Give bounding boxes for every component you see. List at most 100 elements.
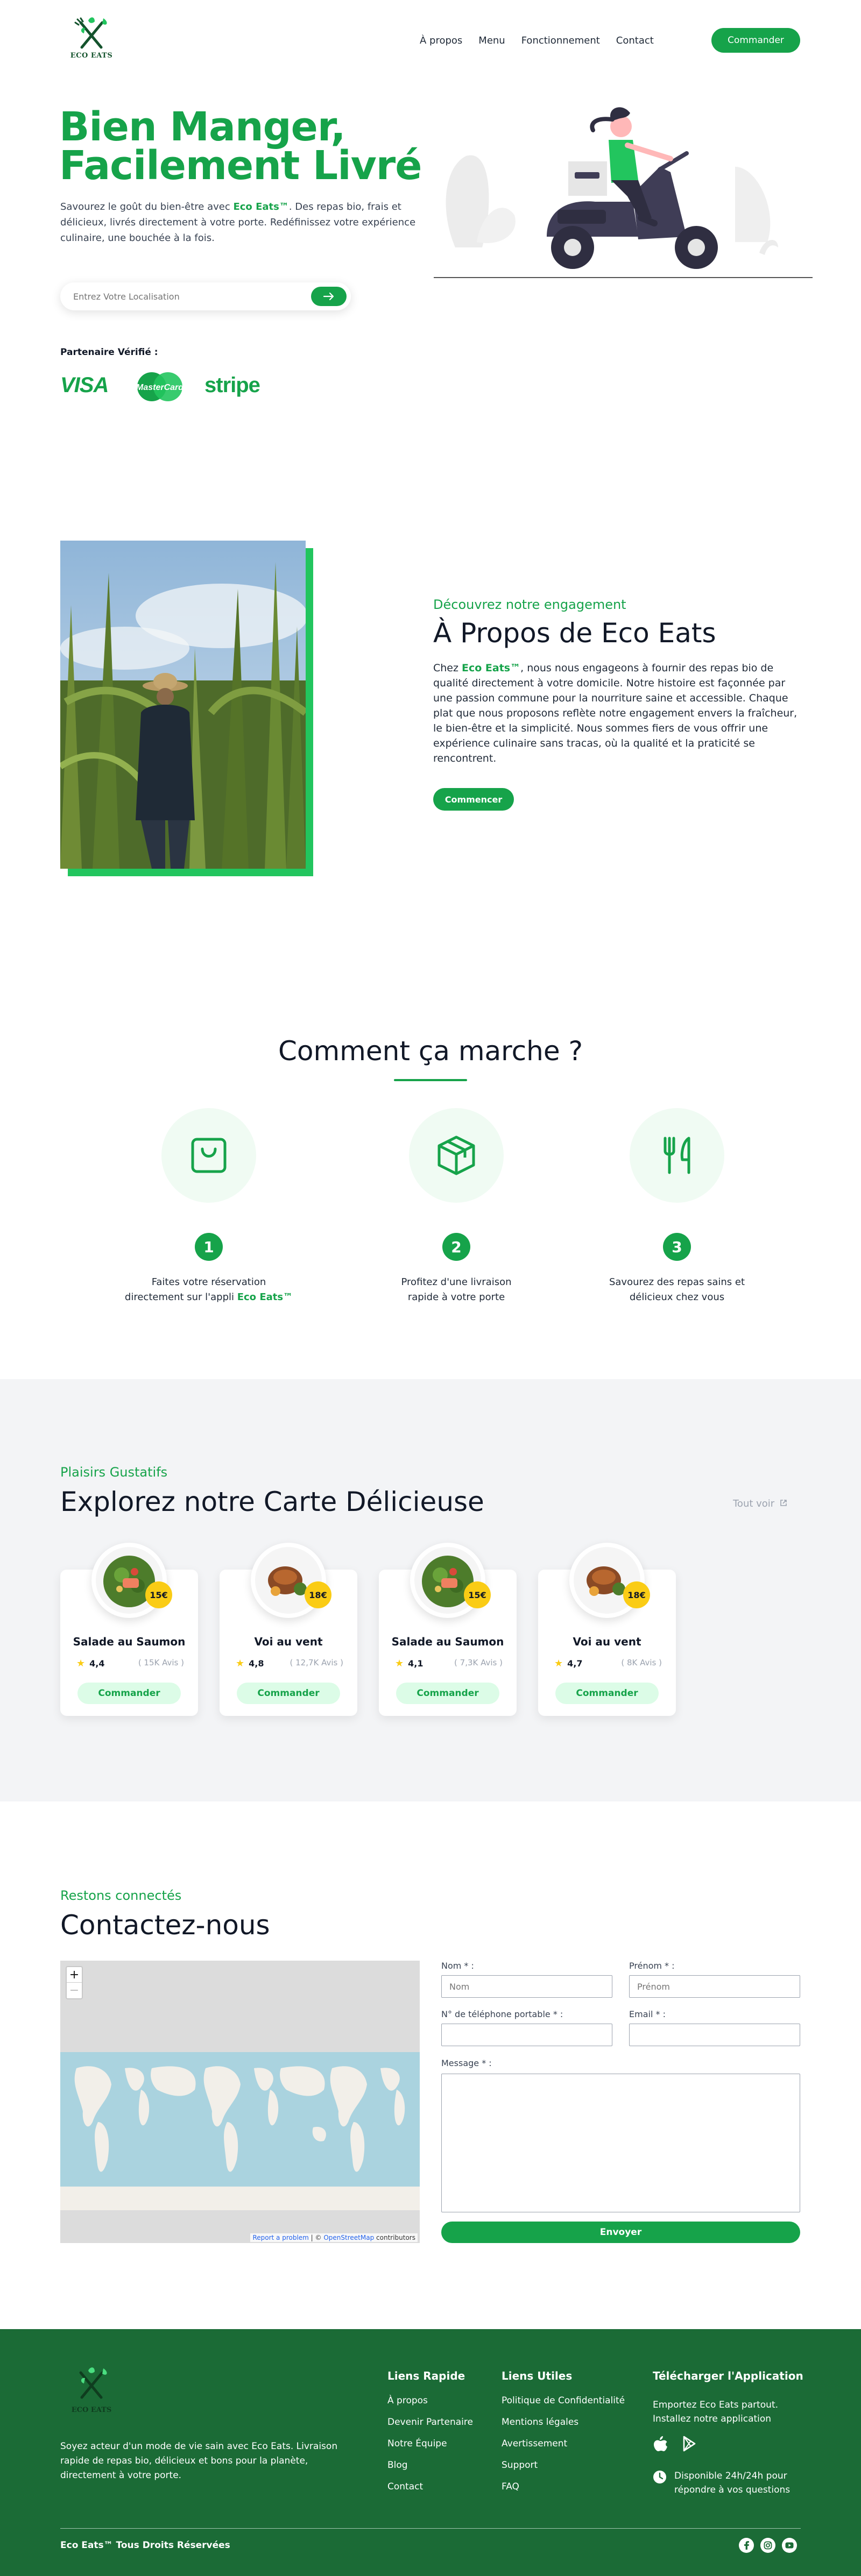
message-textarea[interactable]	[441, 2074, 800, 2212]
nom-label: Nom * :	[441, 1961, 474, 1971]
step-3-line2: délicieux chez vous	[629, 1291, 725, 1303]
star-icon: ★	[554, 1658, 563, 1669]
footer-link-mentions-legales[interactable]: Mentions légales	[502, 2417, 625, 2428]
step-1-number: 1	[195, 1233, 223, 1261]
email-label: Email * :	[629, 2009, 666, 2019]
step-3: 3 Savourez des repas sains et délicieux …	[580, 1108, 774, 1305]
external-link-icon	[780, 1500, 787, 1506]
menu-card-2[interactable]: 18€ Voi au vent ★ 4,8 ( 12,7K Avis ) Comm…	[220, 1543, 357, 1716]
order-button[interactable]: Commander	[711, 28, 800, 53]
quick-links-column: Liens Rapide À propos Devenir Partenaire…	[387, 2369, 473, 2492]
contact-kicker: Restons connectés	[60, 1888, 182, 1903]
useful-links-column: Liens Utiles Politique de Confidentialit…	[502, 2369, 625, 2492]
about-kicker: Découvrez notre engagement	[433, 597, 626, 612]
star-icon: ★	[395, 1658, 404, 1669]
rating: ★ 4,7	[554, 1658, 582, 1669]
step-1-brand: Eco Eats™	[237, 1291, 293, 1303]
instagram-icon[interactable]	[760, 2538, 775, 2553]
location-input[interactable]	[73, 289, 299, 303]
footer-link-blog[interactable]: Blog	[387, 2460, 473, 2471]
about-text: Chez Eco Eats™, nous nous engageons à fo…	[433, 661, 799, 766]
hero-title-line2: Facilement Livré	[59, 143, 422, 189]
fork-knife-leaf-icon	[79, 2367, 107, 2399]
availability-text: Disponible 24h/24h pour répondre à vos q…	[674, 2471, 791, 2495]
start-button[interactable]: Commencer	[433, 788, 514, 811]
nav-link-contact[interactable]: Contact	[616, 35, 654, 46]
utensils-icon	[664, 1137, 690, 1174]
rating: ★ 4,1	[395, 1658, 423, 1669]
tel-input[interactable]	[441, 2024, 612, 2046]
star-icon: ★	[76, 1658, 86, 1669]
price-badge: 15€	[464, 1581, 491, 1608]
arrow-right-icon	[323, 292, 334, 301]
map-attr-end: contributors	[374, 2234, 415, 2241]
footer-link-notre-equipe[interactable]: Notre Équipe	[387, 2438, 473, 2449]
clock-icon	[653, 2471, 666, 2483]
step-1-icon-circle	[161, 1108, 256, 1203]
message-label: Message * :	[441, 2058, 492, 2068]
partner-label: Partenaire Vérifié :	[60, 347, 158, 358]
about-title: À Propos de Eco Eats	[433, 618, 716, 649]
footer-link-a-propos[interactable]: À propos	[387, 2395, 473, 2406]
fork-knife-leaf-icon	[74, 17, 107, 49]
map-attribution: Report a problem | © OpenStreetMap contr…	[250, 2233, 418, 2242]
rating: ★ 4,4	[76, 1658, 104, 1669]
contact-title: Contactez-nous	[60, 1910, 270, 1941]
rating-value: 4,8	[249, 1658, 264, 1669]
footer-link-confidentialite[interactable]: Politique de Confidentialité	[502, 2395, 625, 2406]
step-1-text: Faites votre réservation directement sur…	[112, 1275, 306, 1305]
world-map[interactable]: + − Report a problem | © OpenStreetMap c…	[60, 1961, 420, 2243]
osm-link[interactable]: OpenStreetMap	[323, 2234, 374, 2241]
menu-card-1[interactable]: 15€ Salade au Saumon ★ 4,4 ( 15K Avis ) C…	[60, 1543, 198, 1716]
see-all-link[interactable]: Tout voir	[733, 1498, 787, 1509]
menu-kicker: Plaisirs Gustatifs	[60, 1465, 168, 1480]
step-3-icon-circle	[630, 1108, 724, 1203]
send-button[interactable]: Envoyer	[441, 2222, 800, 2243]
youtube-icon[interactable]	[782, 2538, 797, 2553]
social-links	[739, 2538, 797, 2553]
nav-link-fonctionnement[interactable]: Fonctionnement	[521, 35, 600, 46]
zoom-in-button[interactable]: +	[67, 1967, 82, 1983]
google-play-icon[interactable]	[682, 2435, 697, 2452]
menu-card-4[interactable]: 18€ Voi au vent ★ 4,7 ( 8K Avis ) Command…	[538, 1543, 676, 1716]
search-submit-button[interactable]	[311, 287, 347, 306]
prenom-input[interactable]	[629, 1975, 800, 1998]
order-dish-button[interactable]: Commander	[555, 1683, 659, 1704]
apple-icon[interactable]	[653, 2435, 668, 2452]
logo[interactable]: ECO EATS	[65, 16, 124, 65]
map-zoom-control: + −	[66, 1966, 83, 1999]
footer-link-faq[interactable]: FAQ	[502, 2481, 625, 2492]
menu-card-3[interactable]: 15€ Salade au Saumon ★ 4,1 ( 7,3K Avis ) …	[379, 1543, 517, 1716]
footer-link-support[interactable]: Support	[502, 2460, 625, 2471]
order-dish-button[interactable]: Commander	[237, 1683, 340, 1704]
order-dish-button[interactable]: Commander	[77, 1683, 181, 1704]
reviews-count: ( 7,3K Avis )	[454, 1658, 503, 1667]
nav-link-a-propos[interactable]: À propos	[420, 35, 462, 46]
step-3-line1: Savourez des repas sains et	[609, 1276, 745, 1288]
footer-link-contact[interactable]: Contact	[387, 2481, 473, 2492]
footer-link-devenir-partenaire[interactable]: Devenir Partenaire	[387, 2417, 473, 2428]
rating: ★ 4,8	[236, 1658, 264, 1669]
order-dish-button[interactable]: Commander	[396, 1683, 499, 1704]
footer-logo[interactable]: ECO EATS	[65, 2364, 124, 2423]
facebook-icon[interactable]	[739, 2538, 754, 2553]
app-download-title: Télécharger l'Application	[653, 2369, 803, 2382]
how-title-underline	[394, 1079, 467, 1081]
app-download-text: Emportez Eco Eats partout. Installez not…	[653, 2400, 779, 2424]
reviews-count: ( 12,7K Avis )	[290, 1658, 344, 1667]
app-store-icons	[653, 2435, 697, 2452]
report-problem-link[interactable]: Report a problem	[252, 2234, 308, 2241]
footer-link-avertissement[interactable]: Avertissement	[502, 2438, 625, 2449]
nav-link-menu[interactable]: Menu	[478, 35, 505, 46]
zoom-out-button[interactable]: −	[67, 1983, 82, 1998]
map-tiles	[60, 2052, 420, 2210]
step-1: 1 Faites votre réservation directement s…	[112, 1108, 306, 1305]
stripe-logo: stripe	[204, 373, 260, 397]
nom-input[interactable]	[441, 1975, 612, 1998]
about-farmer-cornfield-image	[60, 541, 306, 869]
price-badge: 18€	[305, 1581, 331, 1608]
rating-value: 4,1	[408, 1658, 424, 1669]
reviews-count: ( 8K Avis )	[621, 1658, 662, 1667]
email-input[interactable]	[629, 2024, 800, 2046]
tel-label: N° de téléphone portable * :	[441, 2009, 563, 2019]
